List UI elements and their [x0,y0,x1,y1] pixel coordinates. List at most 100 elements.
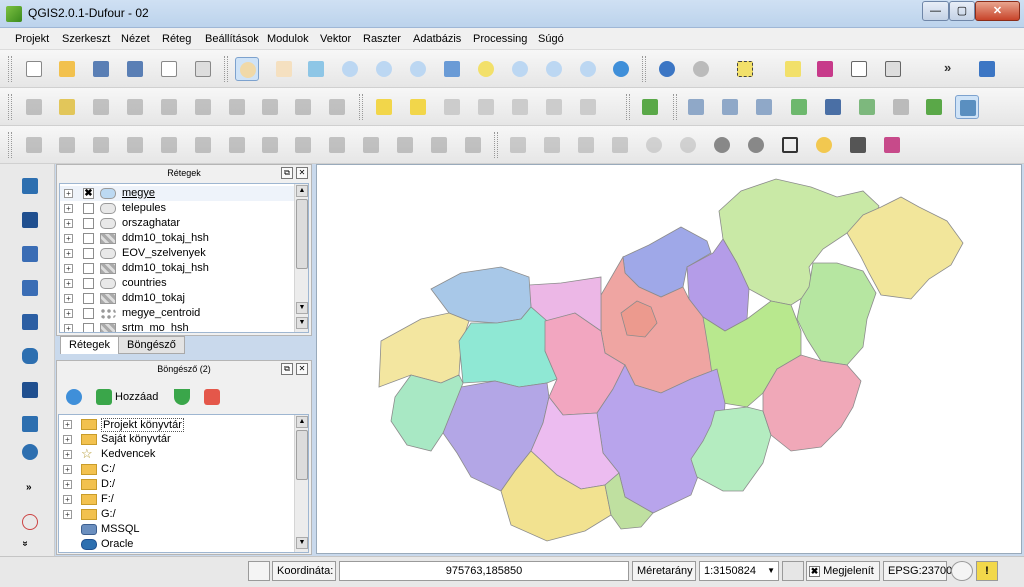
label-change-button[interactable] [576,95,600,119]
toolbar-handle[interactable] [494,132,498,158]
undo-button[interactable] [22,133,46,157]
offset-curve-button[interactable] [291,133,315,157]
zoom-next-button[interactable] [576,57,600,81]
add-icon[interactable] [96,389,112,405]
menu-sugo[interactable]: Súgó [538,33,564,45]
raster-histogram-button[interactable] [506,133,530,157]
toolbar-handle[interactable] [8,132,12,158]
zoom-in-button[interactable] [338,57,362,81]
menu-modulok[interactable]: Modulok [267,33,309,45]
layer-visibility-checkbox[interactable] [83,248,94,259]
grid-button[interactable] [778,133,802,157]
scroll-down-button[interactable]: ▼ [296,302,308,314]
browser-item[interactable]: + C:/ [59,462,294,477]
tab-bongeszo[interactable]: Böngésző [118,336,185,354]
layer-visibility-checkbox[interactable] [83,308,94,319]
layer-visibility-checkbox[interactable] [83,293,94,304]
crs-globe-icon[interactable] [951,561,973,581]
render-checkbox[interactable]: ✖ Megjelenít [806,561,880,581]
label-highlight-button[interactable] [440,95,464,119]
layer-visibility-checkbox[interactable]: ✖ [83,188,94,199]
pan-to-selection-button[interactable] [304,57,328,81]
add-vector-layer-button[interactable] [18,174,42,198]
paste-features-button[interactable] [325,95,349,119]
browser-item[interactable]: MSSQL [59,522,294,537]
new-shapefile-button[interactable] [855,95,879,119]
county-map[interactable] [317,165,1021,553]
layer-visibility-checkbox[interactable] [83,233,94,244]
zoom-last-button[interactable] [542,57,566,81]
expand-toggle[interactable]: + [64,189,73,198]
layer-visibility-checkbox[interactable] [83,323,94,332]
expand-toggle[interactable]: + [64,309,73,318]
redo-button[interactable] [55,133,79,157]
expand-toggle[interactable]: + [64,294,73,303]
composer-manager-button[interactable] [191,57,215,81]
remove-db-button[interactable] [752,95,776,119]
toolbar-collapse-bottom[interactable]: » [19,541,30,547]
pan-hand-button[interactable] [272,57,296,81]
toggle-editing-button[interactable] [55,95,79,119]
delete-selected-button[interactable] [225,95,249,119]
browser-item[interactable]: + Projekt könyvtár [59,417,294,432]
menu-vektor[interactable]: Vektor [320,33,351,45]
label-show-hide-button[interactable] [474,95,498,119]
float-panel-button[interactable]: ⧉ [281,167,293,179]
scroll-up-button[interactable]: ▲ [296,416,308,428]
tab-retegek[interactable]: Rétegek [60,336,119,354]
raster-calculator-button[interactable] [846,133,870,157]
expand-toggle[interactable]: + [64,234,73,243]
layer-row[interactable]: + ddm10_tokaj_hsh [60,261,294,276]
label-move-button[interactable] [508,95,532,119]
layer-row[interactable]: + megye_centroid [60,306,294,321]
add-wcs-layer-button[interactable] [18,412,42,436]
toolbar-handle[interactable] [642,56,646,82]
expand-toggle[interactable]: + [63,420,72,429]
gps-crosshair-button[interactable] [18,510,42,534]
scroll-down-button[interactable]: ▼ [296,317,308,329]
zoom-to-selection-button[interactable] [474,57,498,81]
stop-render-icon[interactable] [782,561,804,581]
warning-icon[interactable]: ! [976,561,998,581]
edits-button[interactable] [22,95,46,119]
delete-ring-button[interactable] [191,133,215,157]
browser-item[interactable]: + F:/ [59,492,294,507]
scroll-up-button[interactable]: ▲ [296,185,308,197]
zoom-out-button[interactable] [372,57,396,81]
add-wfs-button[interactable] [821,95,845,119]
browser-item[interactable]: + G:/ [59,507,294,522]
expand-toggle[interactable]: + [63,480,72,489]
pan-map-button[interactable] [235,57,259,81]
scroll-thumb[interactable] [296,430,308,480]
expand-toggle[interactable]: + [63,495,72,504]
expand-toggle[interactable]: + [63,510,72,519]
menu-projekt[interactable]: Projekt [15,33,49,45]
save-as-button[interactable] [123,57,147,81]
save-project-button[interactable] [89,57,113,81]
add-postgis-layer-button[interactable] [18,242,42,266]
browser-item[interactable]: Oracle [59,537,294,552]
browser-item[interactable]: + ☆ Kedvencek [59,447,294,462]
add-oracle-layer-button[interactable] [18,344,42,368]
new-spatialite-button[interactable] [889,95,913,119]
expand-toggle[interactable]: + [64,219,73,228]
contrast-up-button[interactable] [710,133,734,157]
toolbar-handle[interactable] [673,94,677,120]
county-polygon[interactable] [762,354,862,452]
copy-features-button[interactable] [291,95,315,119]
toolbar-handle[interactable] [8,56,12,82]
layer-visibility-checkbox[interactable] [83,203,94,214]
expand-toggle[interactable]: + [63,450,72,459]
field-calculator-button[interactable] [880,133,904,157]
zoom-to-layer-button[interactable] [508,57,532,81]
scroll-thumb[interactable] [296,199,308,269]
cut-features-button[interactable] [258,95,282,119]
toolbar-collapse[interactable]: » [26,482,32,493]
raster-local-button[interactable] [574,133,598,157]
expand-toggle[interactable]: + [63,465,72,474]
filter-icon[interactable] [174,389,190,405]
plugin-tool-button[interactable] [638,95,662,119]
float-panel-button[interactable]: ⧉ [281,363,293,375]
merge-features-button[interactable] [393,133,417,157]
expression-select-button[interactable] [813,57,837,81]
